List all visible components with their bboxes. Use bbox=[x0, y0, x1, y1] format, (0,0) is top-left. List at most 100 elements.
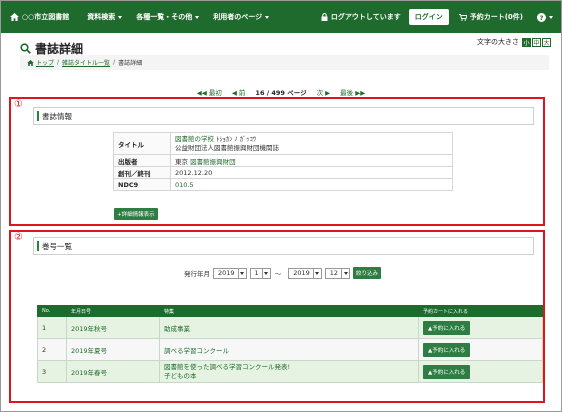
row-feature-line2: 子どもの本 bbox=[164, 371, 197, 380]
pager-first[interactable]: ◀◀ 最初 bbox=[197, 87, 222, 97]
chevron-down-icon bbox=[237, 268, 246, 278]
title-kana: ﾄｼｮｶﾝ ﾉ ｶﾞｯｺｳ bbox=[216, 134, 256, 143]
search-icon bbox=[20, 43, 31, 54]
range-separator: 〜 bbox=[274, 270, 282, 278]
issue-filter: 発行年月 2019 1 〜 2019 12 絞り込み bbox=[184, 267, 382, 279]
row-no: 1 bbox=[37, 316, 67, 339]
breadcrumb-separator: / bbox=[113, 59, 116, 66]
font-size-medium[interactable]: 中 bbox=[532, 37, 541, 47]
help-menu[interactable]: ? bbox=[537, 12, 553, 22]
breadcrumb-top[interactable]: トップ bbox=[36, 58, 54, 67]
bib-label: 創刊／終刊 bbox=[113, 166, 171, 179]
bibliographic-heading-text: 書誌情報 bbox=[42, 111, 72, 121]
bib-row-dates: 創刊／終刊 2012.12.20 bbox=[113, 166, 453, 179]
section-marker-1: ① bbox=[14, 99, 23, 110]
font-size-large[interactable]: 大 bbox=[542, 37, 551, 47]
add-to-reservation-button[interactable]: ▲予約に入れる bbox=[423, 364, 471, 379]
menu-user-page[interactable]: 利用者のページ bbox=[213, 12, 270, 22]
from-year-value: 2019 bbox=[218, 269, 235, 277]
pager-last[interactable]: 最後 ▶▶ bbox=[340, 87, 365, 97]
pager-prev[interactable]: ◀ 前 bbox=[232, 87, 246, 97]
library-home-link[interactable]: ○○市立図書館 bbox=[10, 12, 69, 22]
bib-label: NDC9 bbox=[113, 178, 171, 191]
bib-label: 出版者 bbox=[113, 154, 171, 167]
from-year-select[interactable]: 2019 bbox=[213, 267, 247, 279]
row-no: 3 bbox=[37, 360, 67, 383]
chevron-down-icon bbox=[341, 268, 349, 278]
home-icon bbox=[10, 13, 19, 21]
bibliographic-table: タイトル 図書館の学校 ﾄｼｮｶﾝ ﾉ ｶﾞｯｺｳ 公益財団法人図書館振興財団機… bbox=[113, 132, 453, 191]
title-link[interactable]: 図書館の学校 bbox=[175, 135, 214, 143]
row-no: 2 bbox=[37, 338, 67, 361]
lock-icon bbox=[321, 13, 328, 21]
pager-position-value: 16 / 499 bbox=[255, 89, 285, 97]
home-icon bbox=[27, 59, 34, 66]
row-reserve-cell: ▲予約に入れる bbox=[418, 360, 543, 383]
table-row: 3 2019年春号 図書館を使った調べる学習コンクール発表! 子どもの本 ▲予約に… bbox=[37, 360, 543, 383]
publisher-place: 東京 bbox=[175, 157, 188, 166]
login-button[interactable]: ログイン bbox=[408, 9, 449, 25]
bib-value: 東京 図書館振興財団 bbox=[170, 154, 453, 167]
breadcrumb: トップ / 雑誌タイトル一覧 / 書誌詳細 bbox=[20, 55, 549, 70]
bib-row-ndc: NDC9 010.5 bbox=[113, 178, 453, 191]
column-header-issue: 年月日号 bbox=[66, 305, 160, 317]
chevron-down-icon bbox=[118, 15, 123, 19]
pager-last-label: 最後 bbox=[340, 89, 354, 97]
bib-value: 2012.12.20 bbox=[170, 166, 453, 179]
from-month-value: 1 bbox=[254, 269, 259, 277]
row-issue-link[interactable]: 2019年春号 bbox=[66, 360, 160, 383]
cart-label: 予約カート(0件) bbox=[469, 13, 523, 21]
nav-right: ログアウトしています ログイン 予約カート(0件) ? bbox=[321, 9, 553, 25]
pager-prev-label: 前 bbox=[238, 89, 246, 97]
detail-info-button[interactable]: +詳細情報表示 bbox=[114, 208, 158, 220]
to-month-value: 12 bbox=[329, 269, 339, 277]
menu-lists[interactable]: 各種一覧・その他 bbox=[136, 12, 200, 22]
chevron-down-icon bbox=[265, 15, 270, 19]
login-status-text: ログアウトしています bbox=[330, 13, 401, 21]
main-menu: 資料検索 各種一覧・その他 利用者のページ bbox=[87, 12, 283, 22]
font-size-switcher: 文字の大きさ 小 中 大 bbox=[477, 37, 551, 47]
breadcrumb-separator: / bbox=[57, 59, 60, 66]
bib-value[interactable]: 010.5 bbox=[170, 178, 453, 191]
pager-page-label: ページ bbox=[287, 89, 307, 97]
row-feature: 助成事業 bbox=[159, 316, 419, 339]
record-pager: ◀◀ 最初 ◀ 前 16 / 499 ページ 次 ▶ 最後 ▶▶ bbox=[0, 87, 562, 97]
library-name: ○○市立図書館 bbox=[22, 13, 70, 21]
help-icon: ? bbox=[537, 12, 546, 22]
top-nav: ○○市立図書館 資料検索 各種一覧・その他 利用者のページ ログアウトしています… bbox=[1, 1, 561, 33]
menu-search[interactable]: 資料検索 bbox=[87, 12, 123, 22]
section-marker-2: ② bbox=[14, 232, 23, 243]
breadcrumb-magazine-list[interactable]: 雑誌タイトル一覧 bbox=[62, 58, 110, 67]
add-to-reservation-button[interactable]: ▲予約に入れる bbox=[423, 342, 471, 357]
menu-search-label: 資料検索 bbox=[87, 13, 116, 21]
chevron-down-icon bbox=[549, 15, 553, 19]
font-size-small[interactable]: 小 bbox=[522, 37, 531, 47]
issues-heading: 巻号一覧 bbox=[33, 237, 534, 255]
issues-table: No. 年月日号 特集 予約カートに入れる 1 2019年秋号 助成事業 ▲予約… bbox=[37, 305, 543, 383]
to-year-value: 2019 bbox=[293, 269, 310, 277]
filter-button[interactable]: 絞り込み bbox=[353, 267, 382, 279]
from-month-select[interactable]: 1 bbox=[249, 267, 271, 279]
login-status: ログアウトしています bbox=[321, 12, 401, 22]
pager-position: 16 / 499 ページ bbox=[255, 87, 306, 97]
add-to-reservation-button[interactable]: ▲予約に入れる bbox=[423, 320, 471, 335]
pager-next-label: 次 bbox=[316, 89, 324, 97]
table-row: 1 2019年秋号 助成事業 ▲予約に入れる bbox=[37, 316, 543, 339]
font-size-label: 文字の大きさ bbox=[477, 38, 519, 46]
row-reserve-cell: ▲予約に入れる bbox=[418, 338, 543, 361]
row-reserve-cell: ▲予約に入れる bbox=[418, 316, 543, 339]
to-month-select[interactable]: 12 bbox=[324, 267, 351, 279]
title-subtitle: 公益財団法人図書館振興財団機関誌 bbox=[175, 143, 279, 152]
reservation-cart-link[interactable]: 予約カート(0件) bbox=[458, 12, 523, 22]
publisher-link[interactable]: 図書館振興財団 bbox=[190, 158, 236, 166]
row-feature: 図書館を使った調べる学習コンクール発表! 子どもの本 bbox=[159, 360, 419, 383]
breadcrumb-current: 書誌詳細 bbox=[118, 60, 143, 67]
pager-first-label: 最初 bbox=[208, 89, 222, 97]
to-year-select[interactable]: 2019 bbox=[288, 267, 322, 279]
filter-label: 発行年月 bbox=[184, 270, 210, 278]
column-header-reserve: 予約カートに入れる bbox=[418, 305, 543, 317]
pager-next[interactable]: 次 ▶ bbox=[317, 87, 331, 97]
row-issue-link[interactable]: 2019年夏号 bbox=[66, 338, 160, 361]
row-issue-link[interactable]: 2019年秋号 bbox=[66, 316, 160, 339]
menu-user-page-label: 利用者のページ bbox=[213, 13, 263, 21]
